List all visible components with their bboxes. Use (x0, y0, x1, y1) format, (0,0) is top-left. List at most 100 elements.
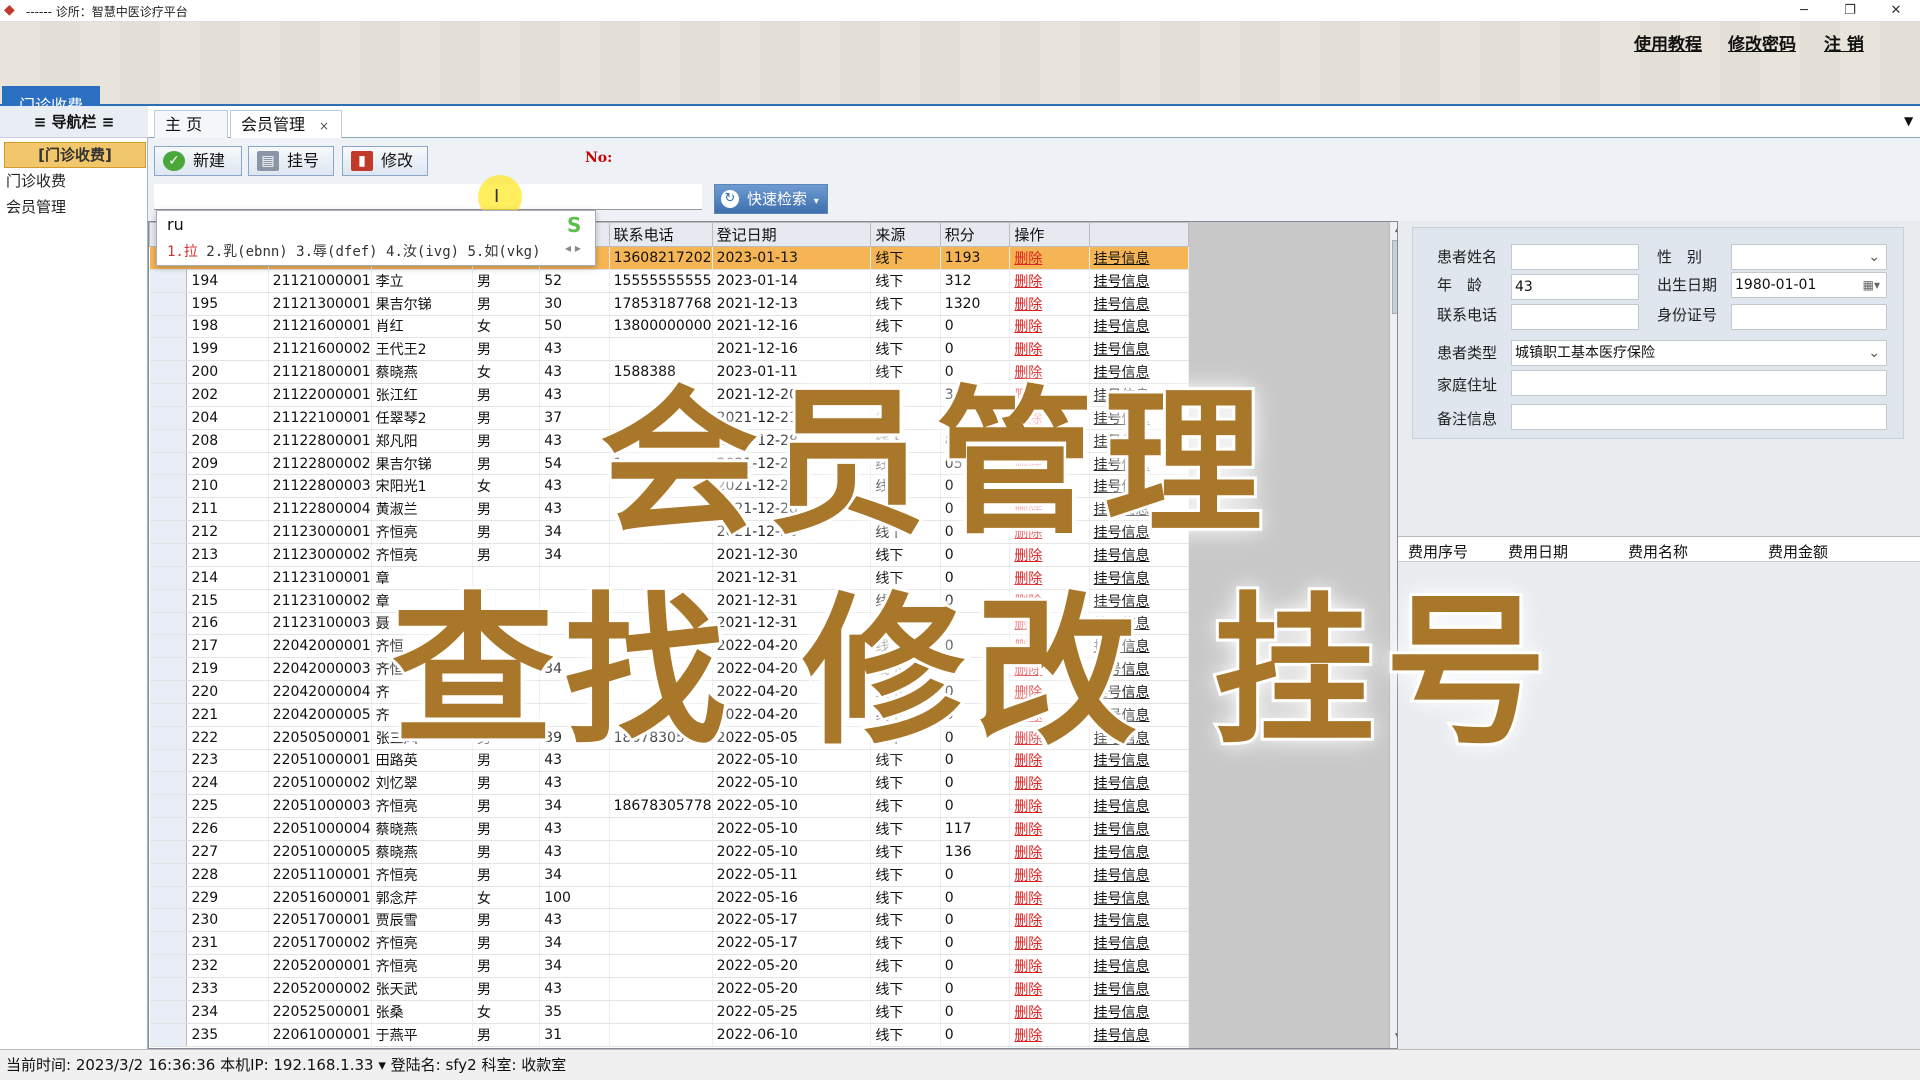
dob-datepicker[interactable]: 1980-01-01 ▦▾ (1731, 272, 1887, 298)
registration-info-link[interactable]: 挂号信息 (1089, 246, 1190, 270)
cell-id: 199 (186, 337, 269, 362)
delete-link[interactable]: 删除 (1009, 269, 1090, 293)
cell-points: 136 (940, 840, 1011, 864)
table-row[interactable]: 195 21121300001 果吉尔锑男 30 17853187768 2021-12-… (149, 292, 1190, 316)
registration-info-link[interactable]: 挂号信息 (1089, 794, 1190, 819)
tutorial-link[interactable]: 使用教程 (1634, 30, 1702, 55)
delete-link[interactable]: 删除 (1009, 840, 1090, 864)
ime-candidate[interactable]: 5.如(vkg) (468, 244, 541, 260)
logout-link[interactable]: 注 销 (1824, 30, 1864, 55)
registration-info-link[interactable]: 挂号信息 (1089, 771, 1190, 796)
age-field[interactable]: 43 (1511, 274, 1639, 300)
col-header-phone[interactable]: 联系电话 (608, 222, 713, 247)
ime-page-arrows-icon[interactable]: ◂ ▸ (565, 241, 581, 255)
registration-info-link[interactable]: 挂号信息 (1089, 954, 1190, 978)
registration-info-link[interactable]: 挂号信息 (1089, 908, 1190, 933)
cell-card: 22052000001 (268, 954, 372, 978)
delete-link[interactable]: 删除 (1009, 931, 1090, 956)
tab-dropdown-icon[interactable]: ▼ (1904, 114, 1913, 128)
note-field[interactable] (1511, 404, 1887, 430)
registration-info-link[interactable]: 挂号信息 (1089, 292, 1190, 316)
col-header-date[interactable]: 登记日期 (711, 222, 872, 247)
change-password-link[interactable]: 修改密码 (1728, 30, 1796, 55)
delete-link[interactable]: 删除 (1009, 817, 1090, 841)
table-row[interactable]: 234 22052500001 张桑女 35 2022-05-25 线下 0 删除 挂号信息 (149, 1000, 1190, 1024)
cell-points: 0 (940, 886, 1011, 910)
restore-button[interactable]: ❐ (1836, 1, 1864, 21)
quick-search-button[interactable]: ↻ 快速检索 ▾ (714, 184, 828, 214)
registration-info-link[interactable]: 挂号信息 (1089, 977, 1190, 1001)
cell-source: 线下 (870, 1000, 941, 1024)
modify-button[interactable]: ▮ 修改 (342, 146, 428, 176)
nav-group-outpatient[interactable]: [门诊收费] (4, 142, 146, 168)
registration-info-link[interactable]: 挂号信息 (1089, 817, 1190, 841)
cell-name: 王代王2 (371, 337, 473, 362)
tab-close-icon[interactable]: × (319, 119, 329, 133)
nav-item-member-management[interactable]: 会员管理 (6, 196, 66, 217)
register-button[interactable]: ▤ 挂号 (248, 146, 334, 176)
delete-link[interactable]: 删除 (1009, 863, 1090, 887)
delete-link[interactable]: 删除 (1009, 908, 1090, 933)
table-row[interactable]: 225 22051000003 齐恒亮男 34 18678305778 2022-05-1… (149, 794, 1190, 819)
sex-select[interactable] (1731, 244, 1887, 270)
table-row[interactable]: 228 22051100001 齐恒亮男 34 2022-05-11 线下 0 删除 挂号信息 (149, 863, 1190, 887)
id-field[interactable] (1731, 304, 1887, 330)
table-row[interactable]: 230 22051700001 贾辰雪男 43 2022-05-17 线下 0 删除 挂号信息 (149, 908, 1190, 933)
table-row[interactable]: 231 22051700002 齐恒亮男 34 2022-05-17 线下 0 删除 挂号信息 (149, 931, 1190, 956)
minimize-button[interactable]: ─ (1790, 1, 1818, 21)
cell-age: 50 (539, 315, 610, 339)
table-row[interactable]: 227 22051000005 蔡晓燕男 43 2022-05-10 线下 136 删除 挂号信… (149, 840, 1190, 864)
phone-field[interactable] (1511, 304, 1639, 330)
cell-card: 21122800002 (268, 452, 372, 476)
cell-card: 22042000001 (268, 634, 372, 659)
delete-link[interactable]: 删除 (1009, 794, 1090, 819)
fee-col-name[interactable]: 费用名称 (1628, 541, 1688, 562)
registration-info-link[interactable]: 挂号信息 (1089, 1023, 1190, 1047)
fee-col-amount[interactable]: 费用金额 (1768, 541, 1828, 562)
table-row[interactable]: 229 22051600001 郭念芹女 100 2022-05-16 线下 0 删除 挂号信息 (149, 886, 1190, 910)
delete-link[interactable]: 删除 (1009, 1023, 1090, 1047)
close-button[interactable]: ✕ (1882, 1, 1910, 21)
tab-member-management[interactable]: 会员管理 × (230, 110, 342, 138)
table-row[interactable]: 224 22051000002 刘忆翠男 43 2022-05-10 线下 0 删除 挂号信息 (149, 771, 1190, 796)
nav-header[interactable]: ≡ 导航栏 ≡ (0, 106, 148, 138)
tab-home[interactable]: 主 页 (154, 110, 228, 138)
ime-candidate[interactable]: 3.辱(dfef) (296, 244, 377, 260)
new-button[interactable]: ✓ 新建 (154, 146, 242, 176)
registration-info-link[interactable]: 挂号信息 (1089, 931, 1190, 956)
table-row[interactable]: 226 22051000004 蔡晓燕男 43 2022-05-10 线下 117 删除 挂号信… (149, 817, 1190, 841)
ime-candidate[interactable]: 4.汝(ivg) (386, 244, 459, 260)
table-row[interactable]: 194 21121000001 李立男 52 15555555555 2023-01-14… (149, 269, 1190, 293)
registration-info-link[interactable]: 挂号信息 (1089, 886, 1190, 910)
search-input[interactable] (154, 184, 702, 210)
delete-link[interactable]: 删除 (1009, 977, 1090, 1001)
calendar-icon[interactable]: ▦▾ (1863, 273, 1880, 297)
cell-card: 21122800004 (268, 497, 372, 522)
name-field[interactable] (1511, 244, 1639, 270)
cell-card: 22051700001 (268, 908, 372, 933)
registration-info-link[interactable]: 挂号信息 (1089, 1000, 1190, 1024)
nav-item-outpatient-fees[interactable]: 门诊收费 (6, 170, 66, 191)
address-field[interactable] (1511, 370, 1887, 396)
delete-link[interactable]: 删除 (1009, 1000, 1090, 1024)
registration-info-link[interactable]: 挂号信息 (1089, 840, 1190, 864)
delete-link[interactable]: 删除 (1009, 246, 1090, 270)
cell-points: 0 (940, 954, 1011, 978)
table-row[interactable]: 235 22061000001 于燕平男 31 2022-06-10 线下 0 删除 挂号信息 (149, 1023, 1190, 1047)
ime-candidate[interactable]: 1.拉 (167, 244, 198, 260)
cell-id: 200 (186, 360, 269, 385)
col-header-source[interactable]: 来源 (870, 222, 941, 247)
delete-link[interactable]: 删除 (1009, 886, 1090, 910)
col-header-points[interactable]: 积分 (939, 222, 1011, 247)
delete-link[interactable]: 删除 (1009, 292, 1090, 316)
cell-id: 226 (186, 817, 269, 841)
registration-info-link[interactable]: 挂号信息 (1089, 269, 1190, 293)
table-row[interactable]: 233 22052000002 张天武男 43 2022-05-20 线下 0 删除 挂号信息 (149, 977, 1190, 1001)
delete-link[interactable]: 删除 (1009, 771, 1090, 796)
delete-link[interactable]: 删除 (1009, 954, 1090, 978)
registration-info-link[interactable]: 挂号信息 (1089, 863, 1190, 887)
patient-type-select[interactable]: 城镇职工基本医疗保险 (1511, 340, 1887, 366)
table-row[interactable]: 232 22052000001 齐恒亮男 34 2022-05-20 线下 0 删除 挂号信息 (149, 954, 1190, 978)
cell-name: 齐恒亮 (371, 794, 473, 819)
ime-candidate[interactable]: 2.乳(ebnn) (206, 244, 287, 260)
